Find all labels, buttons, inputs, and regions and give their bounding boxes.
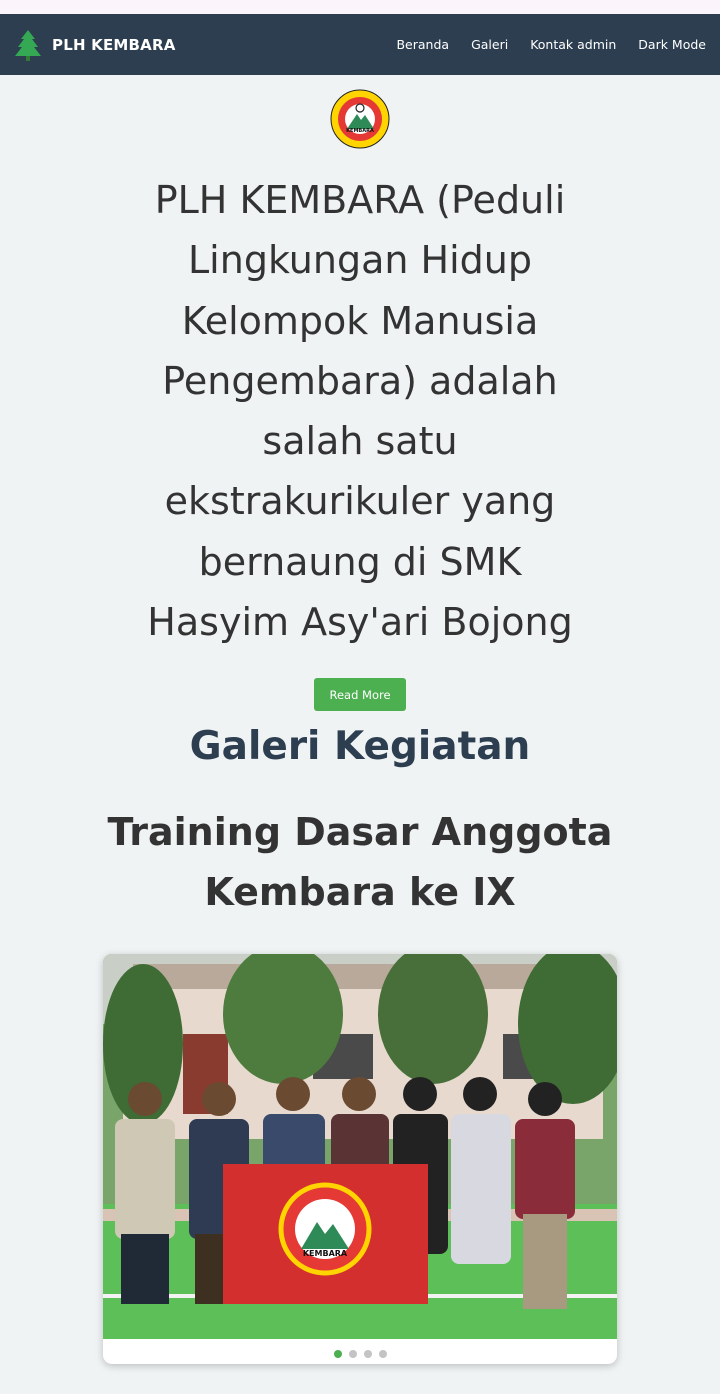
brand[interactable]: PLH KEMBARA [14, 29, 176, 61]
status-strip [0, 0, 720, 14]
tree-icon [15, 29, 41, 61]
brand-name: PLH KEMBARA [52, 35, 176, 54]
carousel-dot-1[interactable] [333, 1350, 342, 1358]
logo-text: KEMBARA [346, 128, 374, 134]
navbar: PLH KEMBARA Beranda Galeri Kontak admin … [0, 14, 720, 75]
flag-text: KEMBARA [303, 1249, 348, 1258]
gallery-photo: KEMBARA [103, 954, 617, 1339]
gallery-carousel[interactable]: KEMBARA [103, 954, 617, 1364]
carousel-dot-2[interactable] [348, 1350, 357, 1358]
carousel-dots [103, 1350, 617, 1358]
kembara-logo: KEMBARA [330, 89, 390, 149]
nav-link-kontak-admin[interactable]: Kontak admin [530, 37, 616, 52]
nav-links: Beranda Galeri Kontak admin Dark Mode [396, 37, 706, 52]
gallery-title: Galeri Kegiatan [189, 724, 531, 769]
nav-link-dark-mode[interactable]: Dark Mode [638, 37, 706, 52]
event-title: Training Dasar Anggota Kembara ke IX [107, 810, 613, 914]
nav-link-beranda[interactable]: Beranda [396, 37, 449, 52]
intro-text: PLH KEMBARA (Peduli Lingkungan Hidup Kel… [147, 178, 573, 645]
read-more-button[interactable]: Read More [314, 678, 406, 711]
carousel-dot-3[interactable] [363, 1350, 372, 1358]
nav-link-galeri[interactable]: Galeri [471, 37, 508, 52]
carousel-dot-4[interactable] [378, 1350, 387, 1358]
